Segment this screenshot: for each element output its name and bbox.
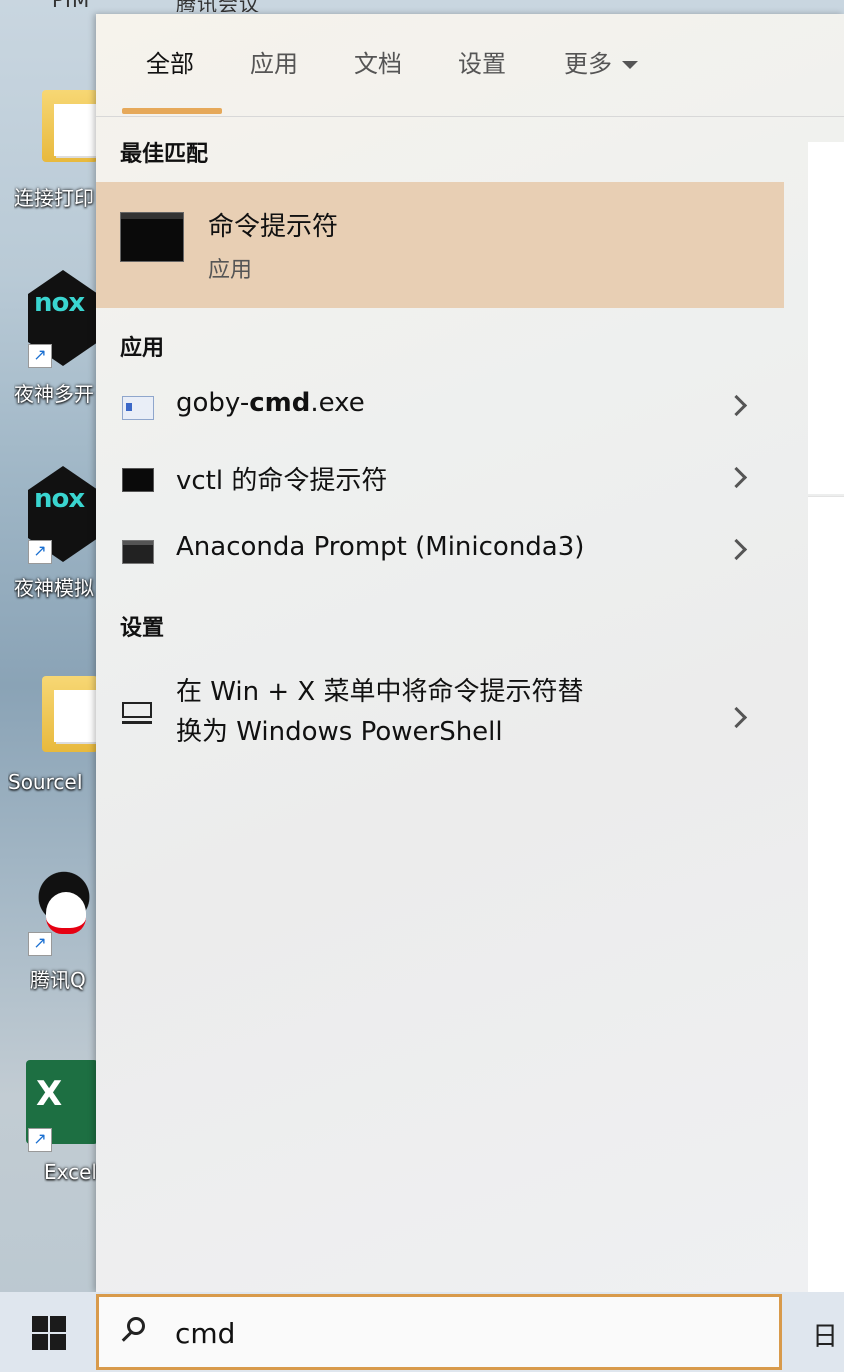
shortcut-arrow-icon: ↗ (28, 1128, 52, 1152)
monitor-icon (122, 702, 152, 724)
anaconda-icon (122, 540, 154, 564)
label-match: cmd (249, 388, 311, 418)
search-panel: 全部 应用 文档 设置 更多 最佳匹配 命令提示符 应用 应用 goby-cmd… (96, 14, 844, 1293)
section-title-settings: 设置 (120, 616, 165, 641)
best-match-title: 命令提示符 (208, 212, 339, 242)
setting-result-powershell[interactable]: 在 Win + X 菜单中将命令提示符替 换为 Windows PowerShe… (96, 672, 784, 764)
shortcut-arrow-icon: ↗ (28, 932, 52, 956)
search-tabs: 全部 应用 文档 设置 更多 (96, 14, 844, 117)
setting-label-line2: 换为 Windows PowerShell (176, 717, 503, 747)
shortcut-arrow-icon: ↗ (28, 344, 52, 368)
app-result-label: goby-cmd.exe (176, 388, 365, 418)
app-result-vctl[interactable]: vctl 的命令提示符 (96, 444, 784, 516)
label-suffix: .exe (310, 388, 365, 418)
folder-icon (42, 676, 98, 752)
windows-start-icon[interactable] (32, 1316, 66, 1350)
desktop-icon-label: 夜神多开 (14, 382, 94, 406)
cmd-icon (120, 212, 184, 262)
cmd-icon (122, 468, 154, 492)
desktop: PIM 腾讯会议 连接打印 ↗ 夜神多开 ↗ 夜神模拟 SourceI ↗ 腾讯… (0, 0, 259, 1292)
app-result-label: vctl 的命令提示符 (176, 466, 388, 496)
tab-apps[interactable]: 应用 (250, 44, 298, 84)
goby-icon (122, 396, 154, 420)
chevron-right-icon[interactable] (725, 394, 748, 417)
preview-pane-lower (808, 496, 844, 1293)
desktop-top-labels: PIM 腾讯会议 (0, 0, 844, 12)
folder-icon (42, 90, 98, 162)
search-results: 最佳匹配 命令提示符 应用 应用 goby-cmd.exe vctl 的命令提示… (96, 116, 784, 1292)
desktop-icon-label: SourceI (8, 770, 83, 794)
setting-result-label: 在 Win + X 菜单中将命令提示符替 换为 Windows PowerShe… (176, 672, 676, 752)
preview-pane (808, 142, 844, 494)
tab-more-label: 更多 (564, 50, 612, 78)
app-result-goby[interactable]: goby-cmd.exe (96, 372, 784, 444)
chevron-right-icon[interactable] (725, 706, 748, 729)
label-prefix: goby- (176, 388, 250, 418)
taskbar-search-box[interactable] (96, 1294, 782, 1370)
desktop-top-label: PIM (52, 0, 91, 12)
section-title-best-match: 最佳匹配 (120, 142, 209, 167)
tab-settings[interactable]: 设置 (458, 44, 506, 84)
tab-all[interactable]: 全部 (146, 44, 194, 84)
tab-documents[interactable]: 文档 (354, 44, 402, 84)
chevron-right-icon[interactable] (725, 538, 748, 561)
desktop-icon-label: 夜神模拟 (14, 576, 94, 600)
taskbar: 日 (0, 1292, 844, 1372)
active-tab-indicator (122, 108, 222, 114)
app-result-label: Anaconda Prompt (Miniconda3) (176, 532, 585, 562)
setting-label-line1: 在 Win + X 菜单中将命令提示符替 (176, 677, 584, 707)
section-title-apps: 应用 (120, 336, 165, 361)
task-view-icon[interactable]: 日 (812, 1316, 838, 1353)
desktop-top-label: 腾讯会议 (176, 0, 260, 12)
desktop-icon-label: 连接打印 (14, 186, 94, 210)
best-match-item[interactable]: 命令提示符 应用 (96, 182, 784, 308)
app-result-anaconda[interactable]: Anaconda Prompt (Miniconda3) (96, 516, 784, 588)
chevron-down-icon (622, 61, 638, 69)
tab-more[interactable]: 更多 (564, 44, 638, 84)
chevron-right-icon[interactable] (725, 466, 748, 489)
shortcut-arrow-icon: ↗ (28, 540, 52, 564)
best-match-subtitle: 应用 (208, 258, 253, 283)
search-input[interactable] (173, 1311, 757, 1355)
search-icon (121, 1317, 145, 1341)
